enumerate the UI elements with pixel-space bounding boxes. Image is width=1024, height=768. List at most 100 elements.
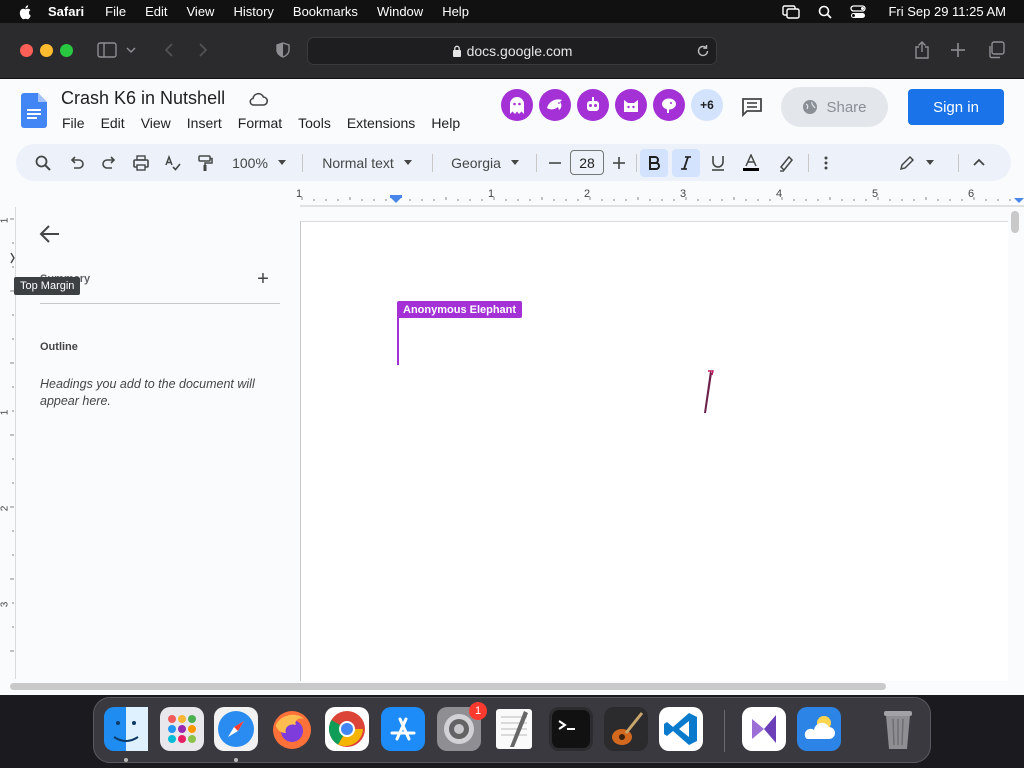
bold-icon[interactable] bbox=[640, 149, 668, 177]
italic-icon[interactable] bbox=[672, 149, 700, 177]
docs-menu-help[interactable]: Help bbox=[431, 115, 460, 131]
comment-history-icon[interactable] bbox=[741, 97, 763, 117]
dock-chrome[interactable] bbox=[325, 707, 369, 751]
textedit-icon bbox=[496, 709, 532, 749]
ghost-icon bbox=[510, 97, 524, 114]
paragraph-style-select[interactable]: Normal text bbox=[314, 144, 420, 181]
dock-finder[interactable] bbox=[104, 707, 148, 751]
menu-bar-clock[interactable]: Fri Sep 29 11:25 AM bbox=[888, 4, 1006, 19]
docs-menu-file[interactable]: File bbox=[62, 115, 85, 131]
google-docs-logo-icon[interactable] bbox=[21, 93, 47, 128]
font-size-input[interactable]: 28 bbox=[570, 150, 604, 175]
chevron-down-icon bbox=[510, 160, 519, 165]
paint-format-icon[interactable] bbox=[194, 144, 216, 181]
text-color-icon[interactable] bbox=[738, 144, 764, 181]
vertical-ruler-number: 1 bbox=[0, 409, 11, 416]
share-button[interactable]: Share bbox=[781, 87, 888, 127]
menu-edit[interactable]: Edit bbox=[145, 4, 167, 19]
print-icon[interactable] bbox=[130, 144, 152, 181]
apple-icon[interactable] bbox=[18, 4, 34, 20]
dock-vscode[interactable] bbox=[659, 707, 703, 751]
collaborator-avatar-elephant[interactable] bbox=[653, 89, 685, 121]
close-window-button[interactable] bbox=[20, 44, 33, 57]
menu-window[interactable]: Window bbox=[377, 4, 423, 19]
menu-history[interactable]: History bbox=[233, 4, 273, 19]
underline-icon[interactable] bbox=[706, 144, 730, 181]
menu-bookmarks[interactable]: Bookmarks bbox=[293, 4, 358, 19]
horizontal-ruler[interactable]: 1 1 2 3 4 5 6 bbox=[296, 187, 1024, 207]
docs-menu-view[interactable]: View bbox=[141, 115, 171, 131]
outline-empty-hint: Headings you add to the document will ap… bbox=[40, 377, 255, 408]
menu-file[interactable]: File bbox=[105, 4, 126, 19]
collaborator-avatar-robot[interactable] bbox=[577, 89, 609, 121]
dock-textedit[interactable] bbox=[492, 707, 536, 751]
increase-font-size-icon[interactable] bbox=[610, 144, 628, 181]
address-bar[interactable]: docs.google.com bbox=[307, 37, 717, 65]
collaborator-avatar-cat[interactable] bbox=[615, 89, 647, 121]
hide-menus-icon[interactable] bbox=[968, 144, 990, 181]
ruler-number: 2 bbox=[584, 188, 591, 200]
dock-garageband[interactable] bbox=[604, 707, 648, 751]
tab-overview-icon[interactable] bbox=[985, 40, 1007, 60]
ruler-number: 5 bbox=[872, 188, 879, 200]
dock-app-store[interactable] bbox=[381, 707, 425, 751]
docs-menu-extensions[interactable]: Extensions bbox=[347, 115, 415, 131]
menu-help[interactable]: Help bbox=[442, 4, 469, 19]
redo-icon[interactable] bbox=[98, 144, 120, 181]
reload-icon[interactable] bbox=[696, 44, 710, 58]
font-family-select[interactable]: Georgia bbox=[444, 144, 526, 181]
chevron-down-icon[interactable] bbox=[125, 40, 137, 60]
sidebar-toggle-icon[interactable] bbox=[96, 40, 118, 60]
collaborator-cursor-flag: Anonymous Elephant bbox=[397, 301, 523, 318]
vertical-scrollbar[interactable] bbox=[1011, 211, 1019, 233]
collaborator-avatar-dolphin[interactable] bbox=[539, 89, 571, 121]
close-outline-arrow-icon[interactable] bbox=[38, 223, 62, 245]
new-tab-icon[interactable] bbox=[947, 40, 969, 60]
zoom-window-button[interactable] bbox=[60, 44, 73, 57]
screen-mirroring-icon[interactable] bbox=[782, 4, 801, 19]
terminal-icon bbox=[549, 707, 593, 751]
forward-navigation-icon[interactable] bbox=[192, 40, 214, 60]
share-sheet-icon[interactable] bbox=[911, 40, 933, 60]
cloud-saved-icon[interactable] bbox=[248, 91, 268, 107]
more-options-icon[interactable] bbox=[816, 144, 836, 181]
decrease-font-size-icon[interactable] bbox=[546, 144, 564, 181]
system-settings-notification-badge: 1 bbox=[469, 702, 487, 720]
document-canvas[interactable] bbox=[300, 221, 1008, 681]
zoom-select[interactable]: 100% bbox=[228, 144, 290, 181]
menu-view[interactable]: View bbox=[187, 4, 215, 19]
back-navigation-icon[interactable] bbox=[158, 40, 180, 60]
sign-in-button[interactable]: Sign in bbox=[908, 89, 1004, 125]
dock-terminal[interactable] bbox=[549, 707, 593, 751]
docs-menu-format[interactable]: Format bbox=[238, 115, 282, 131]
dock-safari[interactable] bbox=[214, 707, 258, 751]
highlight-color-icon[interactable] bbox=[774, 144, 798, 181]
docs-menu-edit[interactable]: Edit bbox=[101, 115, 125, 131]
document-title[interactable]: Crash K6 in Nutshell bbox=[61, 88, 225, 109]
minimize-window-button[interactable] bbox=[40, 44, 53, 57]
docs-menu-insert[interactable]: Insert bbox=[187, 115, 222, 131]
dock-trash[interactable] bbox=[876, 707, 920, 751]
privacy-shield-icon[interactable] bbox=[272, 40, 294, 60]
dock-visual-studio[interactable] bbox=[742, 707, 786, 751]
collaborator-avatar-ghost[interactable] bbox=[501, 89, 533, 121]
more-collaborators-badge[interactable]: +6 bbox=[691, 89, 723, 121]
toolbar-divider bbox=[958, 154, 959, 172]
trash-icon bbox=[884, 711, 912, 749]
search-menus-icon[interactable] bbox=[32, 144, 54, 181]
spotlight-search-icon[interactable] bbox=[818, 5, 833, 19]
control-center-icon[interactable] bbox=[850, 4, 867, 19]
editing-mode-select[interactable] bbox=[896, 144, 936, 181]
guitar-icon bbox=[604, 707, 648, 751]
outline-heading: Outline bbox=[40, 341, 78, 353]
dock-firefox[interactable] bbox=[270, 707, 314, 751]
spellcheck-icon[interactable] bbox=[162, 144, 184, 181]
undo-icon[interactable] bbox=[66, 144, 88, 181]
dock-weather[interactable] bbox=[797, 707, 841, 751]
horizontal-scrollbar[interactable] bbox=[10, 683, 886, 690]
add-summary-icon[interactable]: + bbox=[254, 269, 272, 289]
dock-launchpad[interactable] bbox=[160, 707, 204, 751]
docs-menu-tools[interactable]: Tools bbox=[298, 115, 331, 131]
toolbar-divider bbox=[302, 154, 303, 172]
menu-app-name[interactable]: Safari bbox=[48, 4, 84, 19]
